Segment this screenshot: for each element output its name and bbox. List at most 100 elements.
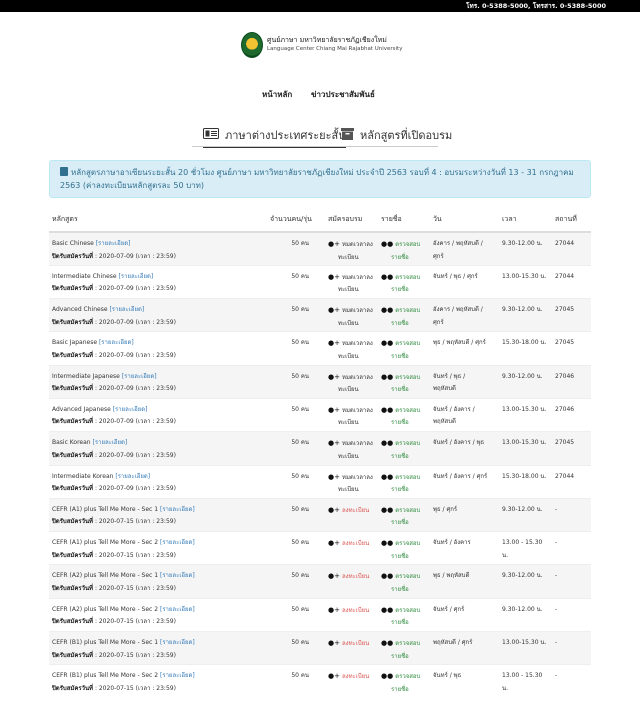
course-detail-link[interactable]: [รายละเอียด] [160, 539, 195, 546]
course-detail-link[interactable]: [รายละเอียด] [99, 339, 134, 346]
register-button[interactable]: ลงทะเบียน [342, 573, 369, 580]
register-button[interactable]: ลงทะเบียน [342, 540, 369, 547]
list-cell[interactable]: ●● ตรวจสอบรายชื่อ [378, 364, 430, 399]
check-list-link[interactable]: ตรวจสอบ [395, 307, 420, 314]
users-icon: ●● [381, 605, 394, 614]
quota-cell: 50 คน [267, 397, 325, 432]
check-list-link-2[interactable]: รายชื่อ [381, 486, 409, 493]
check-list-link[interactable]: ตรวจสอบ [395, 274, 420, 281]
course-detail-link[interactable]: [รายละเอียด] [119, 273, 154, 280]
register-button[interactable]: ลงทะเบียน [342, 507, 369, 514]
course-detail-link[interactable]: [รายละเอียด] [160, 506, 195, 513]
list-cell[interactable]: ●● ตรวจสอบ รายชื่อ [378, 231, 430, 266]
apply-cell[interactable]: ●+ ลงทะเบียน [325, 531, 378, 565]
apply-cell[interactable]: ●+ ลงทะเบียน [325, 631, 378, 665]
register-button[interactable]: ลงทะเบียน [342, 607, 369, 614]
check-list-link-2[interactable]: รายชื่อ [381, 586, 409, 593]
check-list-link[interactable]: ตรวจสอบ [395, 241, 420, 248]
room-cell: - [552, 597, 591, 632]
course-detail-link[interactable]: [รายละเอียด] [160, 572, 195, 579]
list-cell[interactable]: ●● ตรวจสอบ รายชื่อ [378, 531, 430, 565]
check-list-link[interactable]: ตรวจสอบ [395, 440, 420, 447]
time-cell: 13.00 - 15.30 น. [499, 664, 552, 699]
course-detail-link[interactable]: [รายละเอียด] [93, 439, 128, 446]
register-button[interactable]: ลงทะเบียน [342, 640, 369, 647]
close-date-label: ปิดรับสมัครวันที่ [52, 684, 94, 692]
course-cell: Intermediate Japanese [รายละเอียด] ปิดรับ… [49, 364, 267, 399]
list-cell[interactable]: ●● ตรวจสอบ รายชื่อ [378, 331, 430, 366]
quota-cell: 50 คน [267, 597, 325, 632]
list-cell[interactable]: ●● ตรวจสอบ รายชื่อ [378, 497, 430, 532]
course-info-text: หลักสูตรภาษาอาเซียนระยะสั้น 20 ชั่วโมง ศ… [60, 168, 574, 190]
check-list-link[interactable]: ตรวจสอบ [395, 340, 420, 347]
room-cell: 27044 [552, 264, 591, 299]
apply-cell[interactable]: ●+ ลงทะเบียน [325, 597, 378, 632]
check-list-link-2[interactable]: รายชื่อ [381, 353, 409, 360]
check-list-link-2[interactable]: รายชื่อ [381, 619, 409, 626]
check-list-link-2[interactable]: รายชื่อ [381, 320, 409, 327]
close-date-label: ปิดรับสมัครวันที่ [52, 518, 94, 526]
check-list-link[interactable]: ตรวจสอบ [395, 673, 420, 680]
nav-home[interactable]: หน้าหลัก [262, 88, 292, 101]
close-date-label: ปิดรับสมัครวันที่ [52, 285, 94, 293]
check-list-link[interactable]: ตรวจสอบ [395, 407, 420, 414]
time-cell: 9.30-12.00 น. [499, 497, 552, 532]
check-list-link[interactable]: ตรวจสอบ [395, 374, 420, 381]
check-list-link[interactable]: ตรวจสอบ [395, 573, 420, 580]
course-cell: CEFR (B1) plus Tell Me More - Sec 1 [ราย… [49, 631, 267, 665]
list-cell[interactable]: ●● ตรวจสอบ รายชื่อ [378, 397, 430, 432]
apply-cell[interactable]: ●+ ลงทะเบียน [325, 564, 378, 599]
registration-closed-text-2: ทะเบียน [338, 319, 359, 327]
tab-open-courses[interactable]: หลักสูตรที่เปิดอบรม [341, 126, 452, 144]
tab-short-courses[interactable]: ภาษาต่างประเทศระยะสั้น [203, 126, 346, 148]
course-info-alert: หลักสูตรภาษาอาเซียนระยะสั้น 20 ชั่วโมง ศ… [49, 160, 591, 198]
check-list-link[interactable]: ตรวจสอบ [395, 640, 420, 647]
day-line-2: ศุกร์ [433, 252, 444, 260]
check-list-link[interactable]: ตรวจสอบ [395, 540, 420, 547]
check-list-link-2[interactable]: รายชื่อ [381, 286, 409, 293]
list-cell[interactable]: ●● ตรวจสอบ รายชื่อ [378, 264, 430, 299]
list-cell[interactable]: ●● ตรวจสอบรายชื่อ [378, 664, 430, 699]
check-list-link-2[interactable]: รายชื่อ [381, 254, 409, 261]
check-list-link-2[interactable]: รายชื่อ [381, 419, 409, 426]
course-detail-link[interactable]: [รายละเอียด] [113, 406, 148, 413]
check-list-link-2[interactable]: รายชื่อ [381, 686, 409, 693]
list-cell[interactable]: ●● ตรวจสอบรายชื่อ [378, 597, 430, 632]
nav-news[interactable]: ข่าวประชาสัมพันธ์ [311, 88, 375, 101]
check-list-link-2[interactable]: รายชื่อ [381, 553, 409, 560]
tab-divider [192, 146, 438, 147]
check-list-link-2[interactable]: รายชื่อ [381, 519, 409, 526]
check-list-link[interactable]: ตรวจสอบ [395, 507, 420, 514]
course-detail-link[interactable]: [รายละเอียด] [160, 606, 195, 613]
users-icon: ●● [381, 372, 394, 381]
registration-closed-text-2: ทะเบียน [338, 419, 359, 427]
registration-closed-text-2: ทะเบียน [338, 386, 359, 394]
course-detail-link[interactable]: [รายละเอียด] [122, 373, 157, 380]
course-detail-link[interactable]: [รายละเอียด] [109, 306, 144, 313]
users-icon: ●● [381, 672, 394, 681]
course-detail-link[interactable]: [รายละเอียด] [160, 672, 195, 679]
apply-cell[interactable]: ●+ ลงทะเบียน [325, 664, 378, 699]
day-line-1: จันทร์ / อังคาร / พุธ [433, 439, 485, 447]
list-cell[interactable]: ●● ตรวจสอบ รายชื่อ [378, 431, 430, 466]
list-cell[interactable]: ●● ตรวจสอบ รายชื่อ [378, 631, 430, 665]
top-bar: โทร. 0-5388-5000, โทรสาร. 0-5388-5000 [0, 0, 640, 12]
register-button[interactable]: ลงทะเบียน [342, 673, 369, 680]
table-row: CEFR (A2) plus Tell Me More - Sec 2 [ราย… [49, 597, 591, 632]
check-list-link[interactable]: ตรวจสอบ [395, 474, 420, 481]
list-cell[interactable]: ●● ตรวจสอบ รายชื่อ [378, 564, 430, 599]
check-list-link-2[interactable]: รายชื่อ [381, 453, 409, 460]
list-cell[interactable]: ●● ตรวจสอบ รายชื่อ [378, 298, 430, 332]
col-apply: สมัครอบรม [325, 208, 378, 233]
check-list-link-2[interactable]: รายชื่อ [381, 653, 409, 660]
check-list-link-2[interactable]: รายชื่อ [381, 386, 409, 393]
apply-cell: ●+ หมดเวลาลง ทะเบียน [325, 464, 378, 499]
course-detail-link[interactable]: [รายละเอียด] [96, 240, 131, 247]
course-name: Basic Korean [52, 439, 91, 447]
check-list-link[interactable]: ตรวจสอบ [395, 607, 420, 614]
course-detail-link[interactable]: [รายละเอียด] [160, 639, 195, 646]
list-cell[interactable]: ●● ตรวจสอบ รายชื่อ [378, 464, 430, 499]
apply-cell[interactable]: ●+ ลงทะเบียน [325, 497, 378, 532]
course-detail-link[interactable]: [รายละเอียด] [115, 473, 150, 480]
site-logo[interactable]: ศูนย์ภาษา มหาวิทยาลัยราชภัฏเชียงใหม่ Lan… [241, 30, 402, 60]
